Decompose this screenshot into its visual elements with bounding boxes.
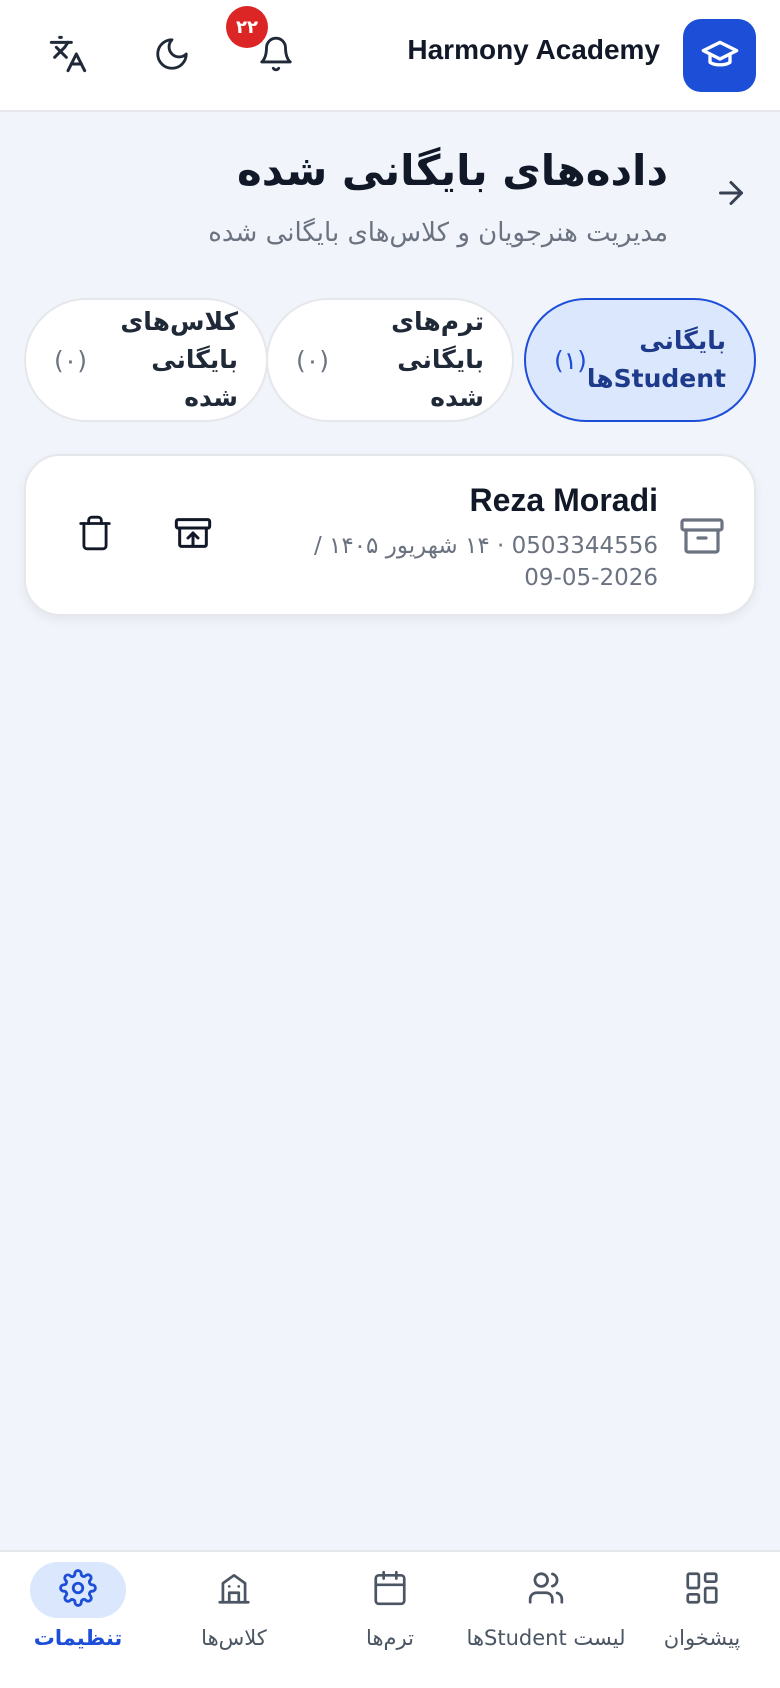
archive-restore-icon (173, 513, 213, 557)
back-button[interactable] (708, 172, 754, 218)
archived-student-card: Reza Moradi 0503344556 · ۱۴ شهریور ۱۴۰۵ … (24, 454, 756, 616)
nav-item-settings[interactable]: تنظیمات (0, 1562, 156, 1672)
archive-icon (678, 512, 726, 560)
nav-item-classes[interactable]: کلاس‌ها (156, 1562, 312, 1672)
nav-icon-wrap (186, 1562, 282, 1618)
nav-label: لیست Studentها (466, 1626, 626, 1650)
nav-label: کلاس‌ها (201, 1626, 267, 1650)
nav-item-dashboard[interactable]: پیشخوان (624, 1562, 780, 1672)
theme-toggle-button[interactable] (144, 28, 200, 84)
tab-count: (۱) (553, 345, 587, 375)
page-title: داده‌های بایگانی شده (236, 146, 668, 195)
restore-button[interactable] (164, 506, 222, 564)
graduation-cap-icon (700, 34, 740, 78)
building-icon (215, 1569, 253, 1611)
tab-archived-terms[interactable]: ترم‌های بایگانی شده (۰) (266, 298, 514, 422)
tab-label: بایگانی Studentها (586, 326, 726, 393)
nav-icon-wrap (654, 1562, 750, 1618)
student-meta: 0503344556 · ۱۴ شهریور ۱۴۰۵ / 2026-05-09 (313, 533, 658, 591)
tab-archived-classes[interactable]: کلاس‌های بایگانی شده (۰) (24, 298, 268, 422)
notification-badge: ۲۲ (226, 6, 268, 48)
top-bar: Harmony Academy ۲۲ (0, 0, 780, 112)
delete-button[interactable] (66, 506, 124, 564)
tab-count: (۰) (54, 345, 87, 375)
bell-icon (257, 35, 295, 77)
nav-label: تنظیمات (33, 1626, 123, 1650)
page-subtitle: مدیریت هنرجویان و کلاس‌های بایگانی شده (208, 218, 668, 248)
moon-icon (153, 35, 191, 77)
dashboard-icon (683, 1569, 721, 1611)
nav-icon-wrap (498, 1562, 594, 1618)
archived-data-screen: Harmony Academy ۲۲ (0, 0, 780, 1688)
nav-item-terms[interactable]: ترم‌ها (312, 1562, 468, 1672)
tab-label: ترم‌های بایگانی شده (391, 307, 484, 412)
users-icon (527, 1569, 565, 1611)
nav-icon-wrap (342, 1562, 438, 1618)
tab-count: (۰) (296, 345, 329, 375)
arrow-right-icon (713, 175, 749, 215)
tab-label: کلاس‌های بایگانی شده (120, 307, 238, 412)
settings-icon (59, 1569, 97, 1611)
nav-label: پیشخوان (663, 1626, 741, 1650)
app-title: Harmony Academy (407, 34, 660, 65)
student-name: Reza Moradi (469, 482, 658, 518)
nav-label: ترم‌ها (366, 1626, 414, 1650)
trash-icon (76, 514, 114, 556)
language-button[interactable] (40, 28, 96, 84)
nav-item-students[interactable]: لیست Studentها (466, 1562, 626, 1672)
calendar-icon (371, 1569, 409, 1611)
translate-icon (48, 34, 88, 78)
bottom-navigation: پیشخوان لیست Studentها (0, 1550, 780, 1688)
app-logo[interactable] (683, 19, 756, 92)
tab-archived-students[interactable]: بایگانی Studentها (۱) (524, 298, 756, 422)
nav-icon-wrap (30, 1562, 126, 1618)
